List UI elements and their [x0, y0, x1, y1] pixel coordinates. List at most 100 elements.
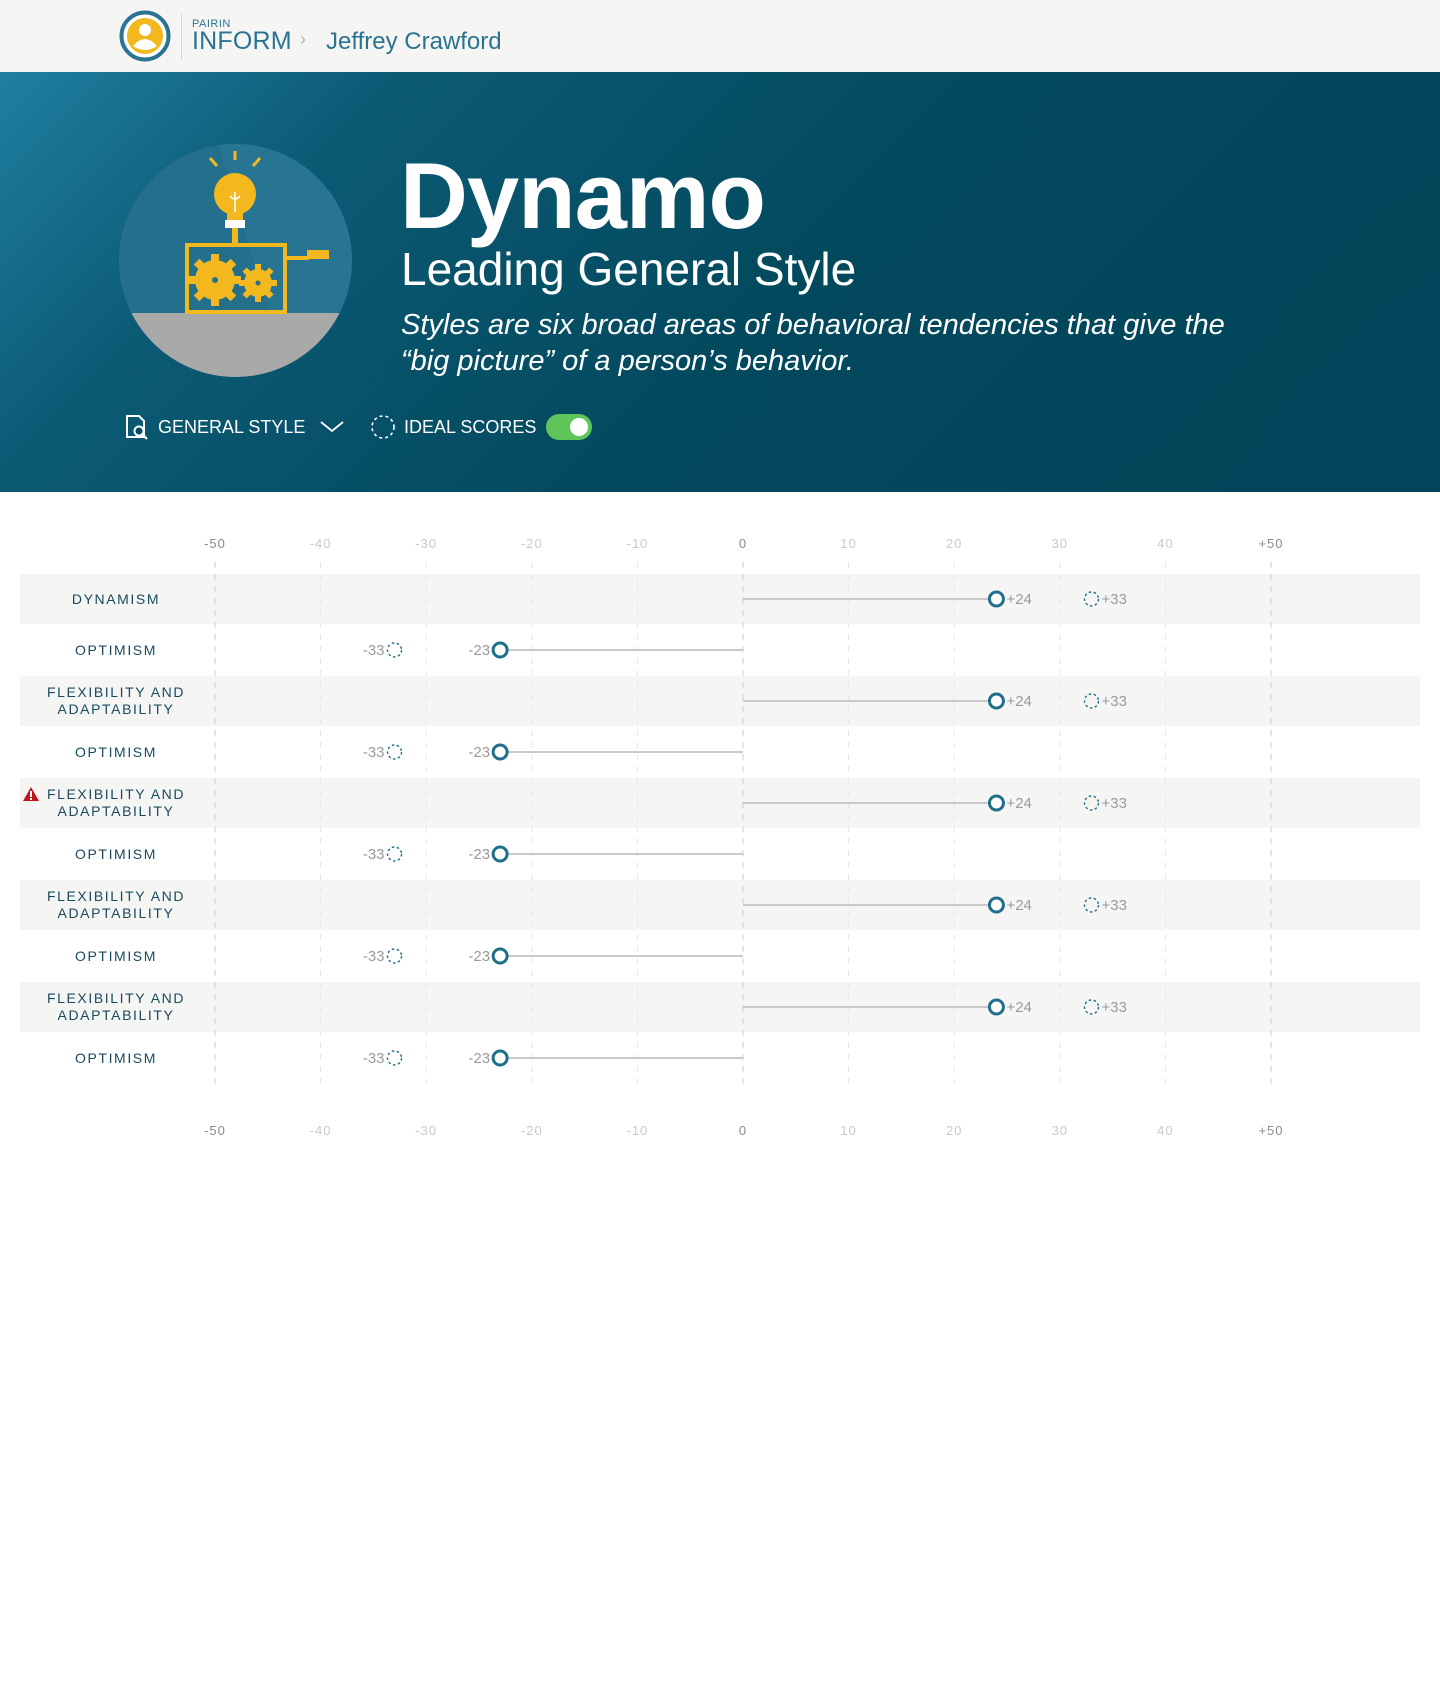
x-tick-label-top: 40 — [1157, 536, 1173, 551]
x-tick-label-top: -20 — [521, 536, 543, 551]
pairin-logo-icon[interactable] — [119, 10, 171, 62]
row-background — [20, 982, 1420, 1032]
ideal-score-value-label: -33 — [363, 846, 385, 863]
style-scores-chart: -50 -50 -40 -40 -30 -30 -20 -20 -10 -10 0 0 10 10 20 20… — [0, 492, 1440, 1172]
ideal-scores-control: IDEAL SCORES — [370, 412, 593, 442]
row-label: FLEXIBILITY AND ADAPTABILITY — [20, 888, 212, 922]
row-label: FLEXIBILITY AND ADAPTABILITY — [20, 684, 212, 718]
score-marker — [987, 590, 1005, 608]
score-value-label: +24 — [1006, 897, 1031, 914]
top-bar: PAIRIN INFORM › Jeffrey Crawford — [0, 0, 1440, 72]
row-label: OPTIMISM — [20, 1050, 212, 1067]
ideal-score-value-label: -33 — [363, 744, 385, 761]
ideal-score-value-label: -33 — [363, 642, 385, 659]
x-tick-label-top: -40 — [310, 536, 332, 551]
ideal-scores-label: IDEAL SCORES — [404, 416, 537, 437]
row-label: OPTIMISM — [20, 642, 212, 659]
breadcrumb-person-name[interactable]: Jeffrey Crawford — [326, 28, 502, 56]
x-tick-label-bottom: -30 — [415, 1123, 437, 1138]
x-tick-label-top: 20 — [946, 536, 962, 551]
ideal-score-marker — [386, 1050, 403, 1066]
dynamo-illustration-icon — [119, 144, 352, 377]
ideal-score-marker — [386, 846, 403, 862]
warning-icon[interactable] — [22, 786, 40, 802]
row-label: OPTIMISM — [20, 846, 212, 863]
row-background — [20, 676, 1420, 726]
chevron-down-icon — [320, 421, 344, 433]
x-tick-label-bottom: 30 — [1052, 1123, 1068, 1138]
ideal-score-marker — [386, 744, 403, 760]
x-tick-label-top: 30 — [1052, 536, 1068, 551]
ideal-score-marker — [386, 948, 403, 964]
x-tick-label-bottom: -10 — [627, 1123, 649, 1138]
x-tick-label-bottom: 20 — [946, 1123, 962, 1138]
row-label-text: OPTIMISM — [74, 642, 158, 658]
general-style-dropdown[interactable]: GENERAL STYLE — [124, 412, 345, 442]
toggle-knob — [570, 418, 589, 436]
ideal-score-marker — [386, 642, 403, 658]
ideal-score-dashed-circle-icon — [371, 415, 395, 439]
ideal-score-value-label: -33 — [363, 948, 385, 965]
x-tick-label-bottom: -20 — [521, 1123, 543, 1138]
score-marker — [491, 743, 509, 761]
style-hero: Dynamo Leading General Style Styles are … — [0, 72, 1440, 492]
score-value-label: +24 — [1006, 795, 1031, 812]
brand-name[interactable]: INFORM — [192, 27, 292, 56]
row-label: OPTIMISM — [20, 744, 212, 761]
ideal-score-value-label: -33 — [363, 1050, 385, 1067]
row-background — [20, 778, 1420, 828]
general-style-label: GENERAL STYLE — [158, 416, 306, 437]
style-description: Styles are six broad areas of behavioral… — [401, 309, 1225, 377]
row-label-text: OPTIMISM — [74, 744, 158, 760]
ideal-scores-toggle[interactable] — [546, 414, 593, 440]
x-tick-label-bottom: -40 — [310, 1123, 332, 1138]
ideal-score-value-label: +33 — [1101, 795, 1126, 812]
score-marker — [491, 845, 509, 863]
x-tick-label-top: -10 — [627, 536, 649, 551]
score-value-label: +24 — [1006, 693, 1031, 710]
score-marker — [987, 896, 1005, 914]
score-value-label: +24 — [1006, 999, 1031, 1016]
x-tick-label-top: -50 — [204, 536, 226, 551]
row-label-text: FLEXIBILITY AND ADAPTABILITY — [46, 786, 186, 819]
row-label: FLEXIBILITY AND ADAPTABILITY — [20, 786, 212, 820]
row-label-text: FLEXIBILITY AND ADAPTABILITY — [46, 684, 186, 717]
x-tick-label-top: 0 — [739, 536, 747, 551]
ideal-score-value-label: +33 — [1101, 897, 1126, 914]
x-tick-label-bottom: 10 — [840, 1123, 856, 1138]
ideal-score-value-label: +33 — [1101, 591, 1126, 608]
style-title: Dynamo — [400, 143, 766, 248]
score-marker — [491, 1049, 509, 1067]
row-label-text: OPTIMISM — [74, 1050, 158, 1066]
x-tick-label-top: +50 — [1258, 536, 1283, 551]
ideal-score-value-label: +33 — [1101, 999, 1126, 1016]
score-marker — [491, 947, 509, 965]
document-search-icon — [126, 415, 148, 440]
x-tick-label-bottom: 0 — [739, 1123, 747, 1138]
score-value-label: -23 — [468, 642, 490, 659]
row-label-text: OPTIMISM — [74, 846, 158, 862]
style-subtitle: Leading General Style — [401, 243, 857, 295]
breadcrumb-separator-icon: › — [300, 29, 306, 49]
row-background — [20, 880, 1420, 930]
row-label-text: FLEXIBILITY AND ADAPTABILITY — [46, 990, 186, 1023]
score-value-label: -23 — [468, 948, 490, 965]
score-marker — [987, 692, 1005, 710]
ideal-score-value-label: +33 — [1101, 693, 1126, 710]
x-tick-label-top: -30 — [415, 536, 437, 551]
logo-divider — [181, 14, 182, 60]
row-label: FLEXIBILITY AND ADAPTABILITY — [20, 990, 212, 1024]
score-marker — [987, 794, 1005, 812]
x-tick-label-bottom: 40 — [1157, 1123, 1173, 1138]
scores-chart-svg: -50 -50 -40 -40 -30 -30 -20 -20 -10 -10 0 0 10 10 20 20… — [20, 536, 1420, 1138]
row-label-text: FLEXIBILITY AND ADAPTABILITY — [46, 888, 186, 921]
row-label-text: OPTIMISM — [74, 948, 158, 964]
score-marker — [987, 998, 1005, 1016]
score-marker — [491, 641, 509, 659]
row-label-text: DYNAMISM — [71, 591, 161, 607]
row-label: DYNAMISM — [20, 591, 212, 608]
x-tick-label-bottom: +50 — [1258, 1123, 1283, 1138]
row-background — [20, 574, 1420, 624]
score-value-label: -23 — [468, 846, 490, 863]
score-value-label: -23 — [468, 1050, 490, 1067]
